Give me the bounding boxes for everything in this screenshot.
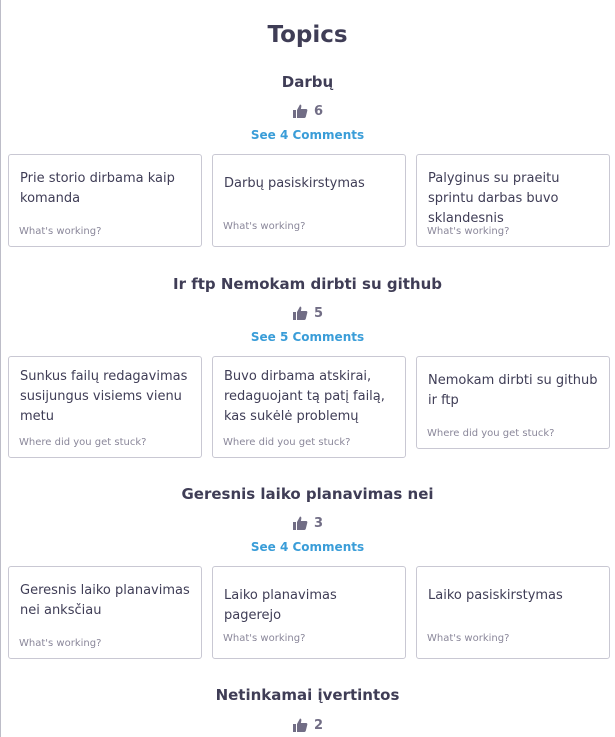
vote-control[interactable]: 6	[1, 101, 614, 121]
thumbs-up-icon[interactable]	[292, 305, 308, 321]
card-text: Buvo dirbama atskirai, redaguojant tą pa…	[224, 369, 385, 424]
page-title: Topics	[267, 22, 348, 48]
sticky-card[interactable]: Darbų pasiskirstymas What's working?	[212, 154, 406, 247]
thumbs-up-icon[interactable]	[292, 717, 308, 733]
card-prompt: Where did you get stuck?	[427, 428, 555, 439]
sticky-card[interactable]: Laiko pasiskirstymas What's working?	[416, 566, 610, 659]
vote-control[interactable]: 5	[1, 303, 614, 323]
card-text: Laiko planavimas pagerejo	[224, 588, 337, 623]
topics-page: Topics Darbų 6 See 4 Comments Prie stori…	[1, 0, 614, 737]
card-text: Laiko pasiskirstymas	[428, 588, 563, 603]
sticky-card[interactable]: Prie storio dirbama kaip komanda What's …	[8, 154, 202, 247]
vote-control[interactable]: 3	[1, 513, 614, 533]
card-text: Darbų pasiskirstymas	[224, 176, 365, 191]
topic-title: Geresnis laiko planavimas nei	[181, 485, 434, 503]
card-prompt: What's working?	[427, 633, 510, 644]
vote-count: 5	[313, 305, 324, 321]
sticky-card[interactable]: Sunkus failų redagavimas susijungus visi…	[8, 356, 202, 458]
thumbs-up-icon[interactable]	[292, 515, 308, 531]
vote-count: 6	[313, 103, 324, 119]
card-text: Geresnis laiko planavimas nei anksčiau	[20, 583, 190, 618]
card-prompt: What's working?	[19, 638, 102, 649]
card-prompt: What's working?	[223, 633, 306, 644]
sticky-card[interactable]: Buvo dirbama atskirai, redaguojant tą pa…	[212, 356, 406, 458]
see-comments-link[interactable]: See 5 Comments	[1, 330, 614, 344]
topic-group: Netinkamai įvertintos 2	[1, 686, 614, 737]
card-prompt: What's working?	[223, 221, 306, 232]
sticky-card[interactable]: Palyginus su praeitu sprintu darbas buvo…	[416, 154, 610, 247]
card-text: Palyginus su praeitu sprintu darbas buvo…	[428, 171, 560, 226]
topic-group: Geresnis laiko planavimas nei 3 See 4 Co…	[1, 485, 614, 685]
see-comments-link[interactable]: See 4 Comments	[1, 540, 614, 554]
sticky-card[interactable]: Laiko planavimas pagerejo What's working…	[212, 566, 406, 659]
vote-control[interactable]: 2	[1, 715, 614, 735]
sticky-card[interactable]: Nemokam dirbti su github ir ftp Where di…	[416, 356, 610, 449]
card-text: Prie storio dirbama kaip komanda	[20, 171, 175, 206]
card-prompt: What's working?	[427, 226, 510, 237]
card-text: Sunkus failų redagavimas susijungus visi…	[20, 369, 188, 424]
topic-group: Darbų 6 See 4 Comments Prie storio dirba…	[1, 73, 614, 273]
topic-title: Netinkamai įvertintos	[215, 686, 400, 704]
card-prompt: Where did you get stuck?	[19, 437, 147, 448]
card-prompt: Where did you get stuck?	[223, 437, 351, 448]
thumbs-up-icon[interactable]	[292, 103, 308, 119]
card-text: Nemokam dirbti su github ir ftp	[428, 373, 598, 408]
card-prompt: What's working?	[19, 226, 102, 237]
vote-count: 3	[313, 515, 324, 531]
topic-group: Ir ftp Nemokam dirbti su github 5 See 5 …	[1, 275, 614, 475]
topic-title: Ir ftp Nemokam dirbti su github	[173, 275, 442, 293]
vote-count: 2	[313, 717, 324, 733]
see-comments-link[interactable]: See 4 Comments	[1, 128, 614, 142]
topic-title: Darbų	[281, 73, 334, 91]
sticky-card[interactable]: Geresnis laiko planavimas nei anksčiau W…	[8, 566, 202, 659]
